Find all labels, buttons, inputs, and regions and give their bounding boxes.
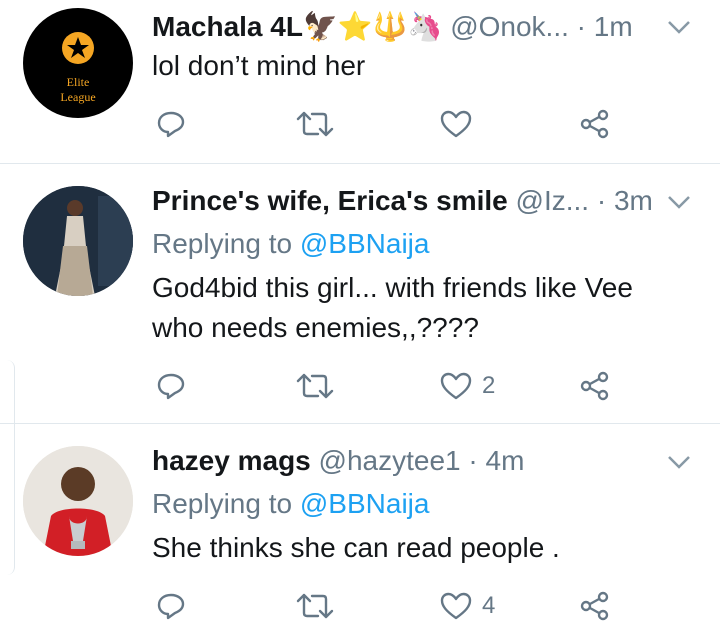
share-button[interactable] <box>580 104 610 144</box>
avatar[interactable]: Elite League <box>23 8 133 118</box>
tweet[interactable]: Elite League Machala 4L🦅⭐🔱🦄 @Onok... · 1… <box>0 0 720 163</box>
tweet-actions: 4 <box>152 586 632 626</box>
retweet-button[interactable] <box>296 104 334 144</box>
tweet-header: hazey mags @hazytee1 · 4m <box>152 444 660 478</box>
timestamp[interactable]: 3m <box>614 185 653 216</box>
avatar[interactable] <box>23 186 133 296</box>
timestamp[interactable]: 1m <box>594 11 633 42</box>
reply-button[interactable] <box>156 366 186 406</box>
replying-prefix: Replying to <box>152 488 300 519</box>
tweet-header: Prince's wife, Erica's smile @Iz... · 3m <box>152 184 660 218</box>
like-button[interactable]: 2 <box>440 366 495 406</box>
display-name[interactable]: Prince's wife, Erica's smile <box>152 185 508 216</box>
handle[interactable]: @hazytee1 <box>319 445 461 476</box>
retweet-button[interactable] <box>296 366 334 406</box>
replying-to: Replying to @BBNaija <box>152 487 429 521</box>
avatar[interactable] <box>23 446 133 556</box>
handle[interactable]: @Iz... <box>516 185 590 216</box>
reply-button[interactable] <box>156 586 186 626</box>
side-panel-edge <box>0 360 15 575</box>
tweet-actions <box>152 104 632 144</box>
mention-link[interactable]: @BBNaija <box>300 488 430 519</box>
heart-icon <box>440 372 472 400</box>
like-button[interactable]: 4 <box>440 586 495 626</box>
share-icon <box>580 591 609 621</box>
share-icon <box>580 371 609 401</box>
reply-icon <box>157 111 185 138</box>
tweet-actions: 2 <box>152 366 632 406</box>
retweet-icon <box>296 373 334 399</box>
display-name[interactable]: hazey mags <box>152 445 311 476</box>
replying-prefix: Replying to <box>152 228 300 259</box>
tweet-text: She thinks she can read people . <box>152 532 560 563</box>
retweet-button[interactable] <box>296 586 334 626</box>
heart-icon <box>440 110 472 138</box>
svg-text:Elite: Elite <box>67 75 90 89</box>
share-button[interactable] <box>580 586 610 626</box>
share-icon <box>580 109 609 139</box>
chevron-down-icon[interactable] <box>666 453 692 471</box>
tweet-header: Machala 4L🦅⭐🔱🦄 @Onok... · 1m <box>152 10 660 44</box>
profile-photo <box>23 446 133 556</box>
profile-photo <box>23 186 133 296</box>
replying-to: Replying to @BBNaija <box>152 227 429 261</box>
mention-link[interactable]: @BBNaija <box>300 228 430 259</box>
reply-icon <box>157 593 185 620</box>
like-count: 2 <box>482 372 496 399</box>
elite-league-logo: Elite League <box>60 32 96 104</box>
retweet-icon <box>296 111 334 137</box>
like-button[interactable] <box>440 104 482 144</box>
tweet[interactable]: Prince's wife, Erica's smile @Iz... · 3m… <box>0 164 720 423</box>
display-name[interactable]: Machala 4L <box>152 11 303 42</box>
chevron-down-icon[interactable] <box>666 193 692 211</box>
separator-dot: · <box>596 185 607 216</box>
tweet-text-line: who needs enemies,,???? <box>152 312 479 343</box>
retweet-icon <box>296 593 334 619</box>
reply-button[interactable] <box>156 104 186 144</box>
separator-dot: · <box>468 445 478 476</box>
handle[interactable]: @Onok... <box>450 11 569 42</box>
reply-icon <box>157 373 185 400</box>
like-count: 4 <box>482 592 496 619</box>
separator-dot: · <box>576 11 586 42</box>
heart-icon <box>440 592 472 620</box>
timestamp[interactable]: 4m <box>486 445 525 476</box>
chevron-down-icon[interactable] <box>666 18 692 36</box>
tweet-text-line: God4bid this girl... with friends like V… <box>152 272 633 303</box>
name-emoji: 🦅⭐🔱🦄 <box>302 11 443 42</box>
share-button[interactable] <box>580 366 610 406</box>
tweet[interactable]: hazey mags @hazytee1 · 4m Replying to @B… <box>0 424 720 641</box>
svg-text:League: League <box>60 90 95 104</box>
tweet-text: lol don’t mind her <box>152 50 366 81</box>
